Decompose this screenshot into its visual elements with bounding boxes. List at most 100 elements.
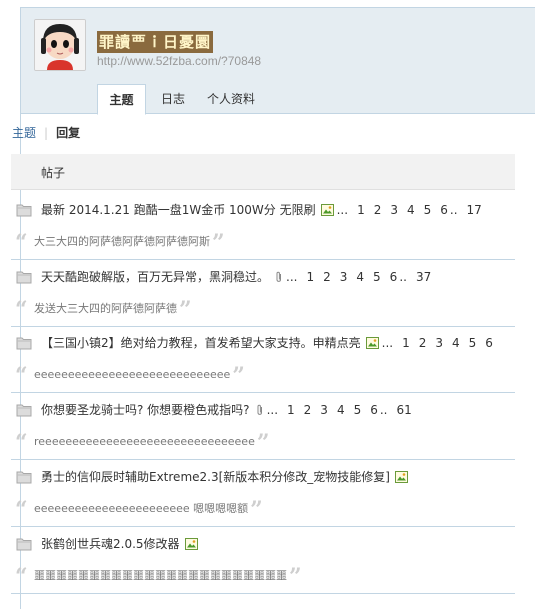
page-link[interactable]: 3 xyxy=(435,336,443,350)
reply-quote: “大三大四的阿萨德阿萨德阿萨德阿斯” xyxy=(11,226,515,260)
pagination-ellipsis: ... xyxy=(381,336,394,350)
image-icon xyxy=(184,538,198,550)
reply-text: eeeeeeeeeeeeeeeeeeeeeeeeeeeee xyxy=(34,368,231,381)
subnav-replies-link[interactable]: 回复 xyxy=(56,126,80,140)
quote-open-icon: “ xyxy=(15,363,28,389)
quote-close-icon: ” xyxy=(256,430,270,456)
page-link[interactable]: 1 xyxy=(287,403,295,417)
page-link[interactable]: 6 xyxy=(485,336,493,350)
reply-excerpt[interactable]: reeeeeeeeeeeeeeeeeeeeeeeeeeeeeeee” xyxy=(34,430,270,456)
reply-quote: “eeeeeeeeeeeeeeeeeeeeeeeeeeeee” xyxy=(11,359,515,393)
folder-icon xyxy=(16,404,32,417)
page-link[interactable]: 6 xyxy=(370,403,378,417)
reply-quote: “reeeeeeeeeeeeeeeeeeeeeeeeeeeeeeee” xyxy=(11,426,515,460)
page-link[interactable]: 3 xyxy=(390,203,398,217)
thread-title-link[interactable]: 【三国小镇2】绝对给力教程，首发希望大家支持。申精点亮 xyxy=(41,336,361,350)
reply-text: 噩噩噩噩噩噩噩噩噩噩噩噩噩噩噩噩噩噩噩噩噩噩噩 xyxy=(34,569,287,582)
folder-icon xyxy=(16,471,32,484)
paperclip-icon xyxy=(276,271,282,282)
thread-pagination: ... 1 2 3 4 5 6.. 61 xyxy=(267,403,412,417)
last-page-link[interactable]: 61 xyxy=(397,403,412,417)
quote-open-icon: “ xyxy=(15,297,28,323)
thread-line: 天天酷跑破解版，百万无异常，黑洞稳过。... 1 2 3 4 5 6.. 37 xyxy=(41,269,431,285)
pagination-ellipsis: .. xyxy=(449,203,458,217)
quote-close-icon: ” xyxy=(179,297,192,323)
thread-row: 张鹤创世兵魂2.0.5修改器 xyxy=(11,529,515,559)
thread-row: 【三国小镇2】绝对给力教程，首发希望大家支持。申精点亮... 1 2 3 4 5 6 xyxy=(11,328,515,358)
reply-excerpt[interactable]: 大三大四的阿萨德阿萨德阿萨德阿斯” xyxy=(34,230,225,256)
page-link[interactable]: 5 xyxy=(424,203,432,217)
avatar[interactable] xyxy=(34,19,86,71)
page-link[interactable]: 6 xyxy=(440,203,448,217)
thread-line: 最新 2014.1.21 跑酷一盘1W金币 100W分 无限刷... 1 2 3 4 5 6… xyxy=(41,202,482,218)
reply-quote: “噩噩噩噩噩噩噩噩噩噩噩噩噩噩噩噩噩噩噩噩噩噩噩” xyxy=(11,560,515,594)
tab-profile-info[interactable]: 个人资料 xyxy=(201,84,261,115)
thread-title-link[interactable]: 最新 2014.1.21 跑酷一盘1W金币 100W分 无限刷 xyxy=(41,203,316,217)
folder-icon xyxy=(16,204,32,217)
reply-quote: “eeeeeeeeeeeeeeeeeeeeeee 嗯嗯嗯嗯额” xyxy=(11,493,515,527)
subnav-topics-link[interactable]: 主题 xyxy=(12,126,36,140)
page-link[interactable]: 4 xyxy=(452,336,460,350)
thread-row: 最新 2014.1.21 跑酷一盘1W金币 100W分 无限刷... 1 2 3 4 5 6… xyxy=(11,195,515,225)
page-link[interactable]: 4 xyxy=(356,270,364,284)
thread-title-link[interactable]: 张鹤创世兵魂2.0.5修改器 xyxy=(41,537,180,551)
thread-line: 勇士的信仰辰时辅助Extreme2.3[新版本积分修改_宠物技能修复] xyxy=(41,469,408,485)
folder-icon xyxy=(16,271,32,284)
pagination-ellipsis: ... xyxy=(266,403,279,417)
subnav-separator: | xyxy=(44,126,49,140)
list-header: 帖子 xyxy=(11,154,515,190)
quote-open-icon: “ xyxy=(15,497,28,523)
thread-line: 张鹤创世兵魂2.0.5修改器 xyxy=(41,536,198,552)
reply-excerpt[interactable]: eeeeeeeeeeeeeeeeeeeeeee 嗯嗯嗯嗯额” xyxy=(34,497,263,523)
page-link[interactable]: 3 xyxy=(340,270,348,284)
quote-close-icon: ” xyxy=(250,497,263,523)
pagination-ellipsis: ... xyxy=(286,270,298,284)
page-link[interactable]: 1 xyxy=(402,336,410,350)
avatar-image xyxy=(35,20,85,70)
image-icon xyxy=(365,337,379,349)
image-icon xyxy=(320,204,334,216)
thread-row: 天天酷跑破解版，百万无异常，黑洞稳过。... 1 2 3 4 5 6.. 37 xyxy=(11,262,515,292)
quote-open-icon: “ xyxy=(15,564,28,590)
page-link[interactable]: 6 xyxy=(390,270,398,284)
page-link[interactable]: 1 xyxy=(306,270,314,284)
page-link[interactable]: 2 xyxy=(304,403,312,417)
thread-pagination: ... 1 2 3 4 5 6.. 37 xyxy=(286,270,431,284)
tab-log[interactable]: 日志 xyxy=(151,84,195,115)
page-link[interactable]: 1 xyxy=(357,203,365,217)
thread-title-link[interactable]: 天天酷跑破解版，百万无异常，黑洞稳过。 xyxy=(41,270,269,284)
tab-topics[interactable]: 主题 xyxy=(97,84,146,115)
reply-excerpt[interactable]: 噩噩噩噩噩噩噩噩噩噩噩噩噩噩噩噩噩噩噩噩噩噩噩” xyxy=(34,564,302,590)
page-link[interactable]: 2 xyxy=(323,270,331,284)
profile-url[interactable]: http://www.52fzba.com/?70848 xyxy=(97,54,261,68)
page-link[interactable]: 5 xyxy=(373,270,381,284)
reply-text: reeeeeeeeeeeeeeeeeeeeeeeeeeeeeeee xyxy=(34,435,255,448)
pagination-ellipsis: ... xyxy=(336,203,349,217)
quote-close-icon: ” xyxy=(289,564,302,590)
page-link[interactable]: 4 xyxy=(407,203,415,217)
thread-title-link[interactable]: 你想要圣龙骑士吗? 你想要橙色戒指吗? xyxy=(41,403,250,417)
thread-pagination: ... 1 2 3 4 5 6.. 17 xyxy=(337,203,482,217)
page-link[interactable]: 3 xyxy=(320,403,328,417)
page-link[interactable]: 2 xyxy=(419,336,427,350)
page-link[interactable]: 2 xyxy=(374,203,382,217)
thread-pagination: ... 1 2 3 4 5 6 xyxy=(382,336,493,350)
username[interactable]: 罪讀覀ｉ日憂圜 xyxy=(97,31,214,53)
quote-close-icon: ” xyxy=(232,363,245,389)
image-icon xyxy=(394,471,408,483)
quote-open-icon: “ xyxy=(15,230,28,256)
quote-close-icon: ” xyxy=(212,230,225,256)
reply-text: eeeeeeeeeeeeeeeeeeeeeee 嗯嗯嗯嗯额 xyxy=(34,502,249,515)
reply-excerpt[interactable]: eeeeeeeeeeeeeeeeeeeeeeeeeeeee” xyxy=(34,363,245,389)
list-header-label: 帖子 xyxy=(41,166,66,180)
thread-title-link[interactable]: 勇士的信仰辰时辅助Extreme2.3[新版本积分修改_宠物技能修复] xyxy=(41,470,390,484)
folder-icon xyxy=(16,538,32,551)
last-page-link[interactable]: 17 xyxy=(467,203,482,217)
thread-line: 【三国小镇2】绝对给力教程，首发希望大家支持。申精点亮... 1 2 3 4 5 6 xyxy=(41,335,493,351)
page-link[interactable]: 5 xyxy=(469,336,477,350)
last-page-link[interactable]: 37 xyxy=(416,270,431,284)
thread-line: 你想要圣龙骑士吗? 你想要橙色戒指吗?... 1 2 3 4 5 6.. 61 xyxy=(41,402,412,418)
page-link[interactable]: 5 xyxy=(354,403,362,417)
reply-excerpt[interactable]: 发送大三大四的阿萨德阿萨德” xyxy=(34,297,192,323)
page-link[interactable]: 4 xyxy=(337,403,345,417)
